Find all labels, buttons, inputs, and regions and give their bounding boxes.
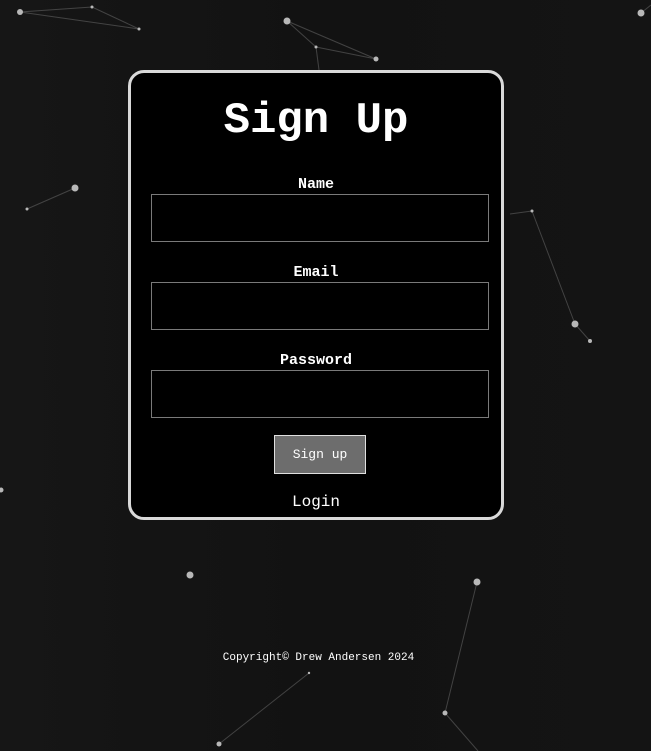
- login-link[interactable]: Login: [131, 494, 501, 510]
- name-label: Name: [297, 176, 334, 193]
- password-input[interactable]: [151, 370, 489, 418]
- email-input[interactable]: [151, 282, 489, 330]
- copyright-text: Copyright© Drew Andersen 2024: [222, 652, 415, 664]
- name-input[interactable]: [151, 194, 489, 242]
- password-label: Password: [279, 352, 352, 369]
- page-title: Sign Up: [223, 96, 409, 146]
- signup-card: Sign Up Name Email Password Sign up Logi…: [128, 70, 504, 520]
- email-label: Email: [293, 264, 339, 281]
- signup-button[interactable]: Sign up: [274, 435, 366, 474]
- page-background: Sign Up Name Email Password Sign up Logi…: [0, 0, 651, 751]
